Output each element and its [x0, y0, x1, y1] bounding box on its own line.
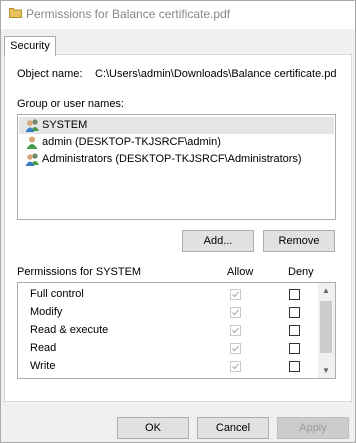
cancel-button[interactable]: Cancel	[197, 417, 269, 439]
user-list[interactable]: SYSTEM admin (DESKTOP-TKJSRCF\admin) Adm…	[17, 114, 336, 220]
deny-checkbox[interactable]	[289, 325, 300, 336]
object-name-label: Object name:	[17, 68, 83, 80]
allow-checkbox	[230, 307, 241, 318]
permission-name: Full control	[30, 288, 84, 300]
permission-row-write: Write	[18, 358, 318, 376]
permission-name: Modify	[30, 306, 63, 318]
window-title: Permissions for Balance certificate.pdf	[26, 7, 231, 21]
permissions-scrollbar[interactable]: ▲ ▼	[318, 283, 335, 378]
permission-name: Read	[30, 342, 57, 354]
allow-checkbox	[230, 289, 241, 300]
group-or-user-names-label: Group or user names:	[17, 98, 124, 110]
permission-name: Read & execute	[30, 324, 109, 336]
user-name: SYSTEM	[42, 119, 88, 131]
file-icon	[9, 7, 22, 18]
permission-row-full-control: Full control	[18, 286, 318, 304]
permission-row-read: Read	[18, 340, 318, 358]
list-item-administrators[interactable]: Administrators (DESKTOP-TKJSRCF\Administ…	[19, 151, 334, 168]
ok-button[interactable]: OK	[117, 417, 189, 439]
deny-column-header: Deny	[288, 266, 314, 278]
object-name-value: C:\Users\admin\Downloads\Balance certifi…	[95, 68, 337, 80]
scroll-up-arrow-icon[interactable]: ▲	[322, 286, 330, 295]
title-bar[interactable]: Permissions for Balance certificate.pdf	[1, 1, 355, 29]
permissions-list[interactable]: Full control Modify Read & execute Read …	[17, 282, 336, 379]
permission-row-partial	[18, 376, 318, 378]
permissions-for-label: Permissions for SYSTEM	[17, 266, 142, 278]
deny-checkbox[interactable]	[289, 343, 300, 354]
user-name: Administrators (DESKTOP-TKJSRCF\Administ…	[42, 153, 302, 165]
permission-row-modify: Modify	[18, 304, 318, 322]
scrollbar-thumb[interactable]	[320, 301, 332, 353]
apply-button[interactable]: Apply	[277, 417, 349, 439]
allow-checkbox	[230, 343, 241, 354]
users-group-icon	[25, 152, 40, 167]
user-name: admin (DESKTOP-TKJSRCF\admin)	[42, 136, 221, 148]
deny-checkbox[interactable]	[289, 361, 300, 372]
list-item-system[interactable]: SYSTEM	[19, 117, 334, 134]
tab-security[interactable]: Security	[4, 36, 56, 56]
users-group-icon	[25, 118, 40, 133]
list-item-admin[interactable]: admin (DESKTOP-TKJSRCF\admin)	[19, 134, 334, 151]
remove-button[interactable]: Remove	[263, 230, 335, 252]
tab-strip: Security	[1, 29, 355, 56]
permission-row-read-execute: Read & execute	[18, 322, 318, 340]
deny-checkbox[interactable]	[289, 289, 300, 300]
scroll-down-arrow-icon[interactable]: ▼	[322, 366, 330, 375]
add-button[interactable]: Add...	[182, 230, 254, 252]
deny-checkbox[interactable]	[289, 307, 300, 318]
user-icon	[25, 135, 40, 150]
permission-name: Write	[30, 360, 56, 372]
allow-column-header: Allow	[227, 266, 254, 278]
allow-checkbox	[230, 325, 241, 336]
allow-checkbox	[230, 361, 241, 372]
permissions-dialog: Permissions for Balance certificate.pdf …	[0, 0, 356, 443]
